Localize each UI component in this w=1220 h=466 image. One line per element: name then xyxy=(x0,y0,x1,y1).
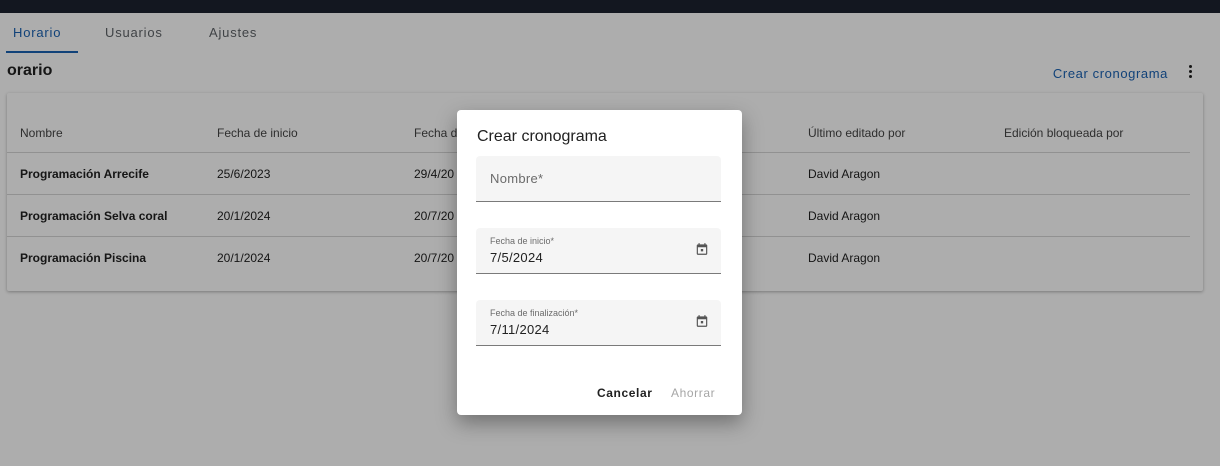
end-date-field[interactable]: Fecha de finalización* 7/11/2024 xyxy=(476,300,721,346)
name-field[interactable]: Nombre* xyxy=(476,156,721,202)
calendar-icon[interactable] xyxy=(695,314,709,328)
calendar-icon[interactable] xyxy=(695,242,709,256)
end-date-label: Fecha de finalización* xyxy=(490,308,579,318)
create-schedule-dialog: Crear cronograma Nombre* Fecha de inicio… xyxy=(457,110,742,415)
cancel-button[interactable]: Cancelar xyxy=(597,386,653,400)
start-date-value: 7/5/2024 xyxy=(490,250,544,265)
end-date-value: 7/11/2024 xyxy=(490,322,550,337)
dialog-title: Crear cronograma xyxy=(477,128,607,145)
start-date-label: Fecha de inicio* xyxy=(490,236,555,246)
save-button[interactable]: Ahorrar xyxy=(671,386,715,400)
start-date-field[interactable]: Fecha de inicio* 7/5/2024 xyxy=(476,228,721,274)
name-placeholder: Nombre* xyxy=(490,171,544,186)
